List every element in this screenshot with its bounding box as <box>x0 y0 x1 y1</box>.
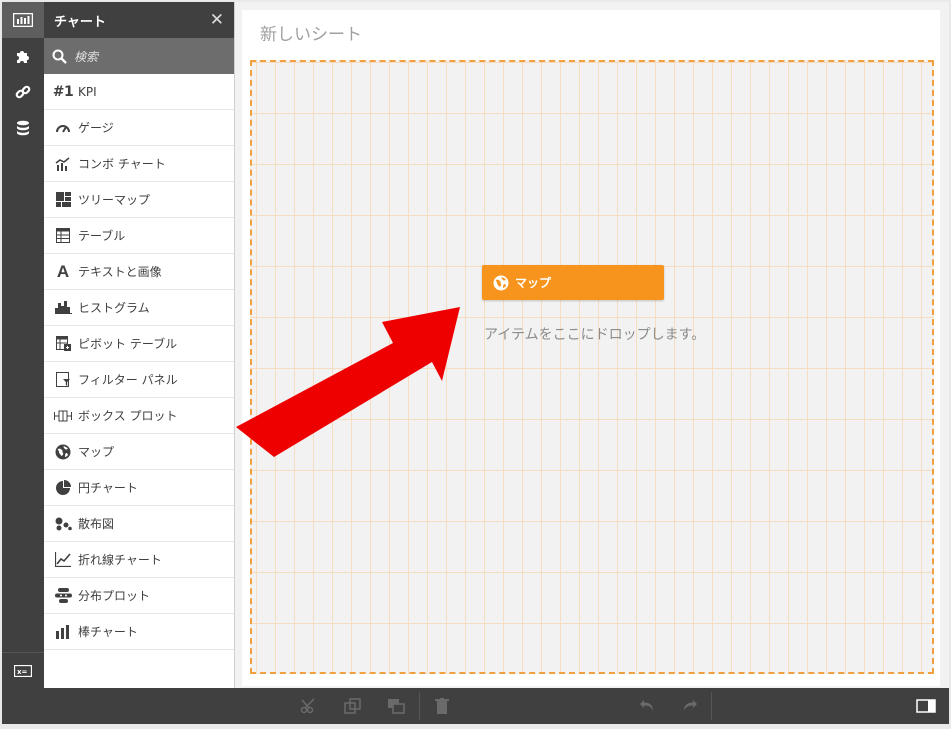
chart-item-treemap[interactable]: ツリーマップ <box>44 182 234 218</box>
app-window: x= チャート ✕ 検索 #1 KPI ゲージ コンボ チャート ツリーマップ … <box>2 2 949 724</box>
cut-button[interactable] <box>289 688 329 724</box>
links-tab[interactable] <box>2 74 44 110</box>
chart-list: #1 KPI ゲージ コンボ チャート ツリーマップ テーブル A テキストと画… <box>44 74 234 650</box>
table-icon <box>56 228 70 243</box>
paste-icon <box>388 699 405 714</box>
distribution-plot-icon <box>54 588 72 603</box>
left-rail: x= <box>2 2 44 688</box>
undo-button[interactable] <box>627 688 667 724</box>
bar-chart-icon <box>55 624 69 639</box>
search-placeholder: 検索 <box>74 49 99 64</box>
chart-item-label: コンボ チャート <box>78 157 166 171</box>
chart-item-map[interactable]: マップ <box>44 434 234 470</box>
extensions-tab[interactable] <box>2 38 44 74</box>
dragged-item-label: マップ <box>515 276 552 290</box>
pivot-table-icon <box>55 336 71 351</box>
redo-button[interactable] <box>670 688 710 724</box>
line-chart-icon <box>55 552 71 567</box>
chart-item-label: 折れ線チャート <box>78 553 162 567</box>
drop-hint: アイテムをここにドロップします。 <box>484 327 706 343</box>
undo-icon <box>640 700 653 711</box>
extensions-icon <box>17 51 29 63</box>
master-items-button[interactable]: x= <box>2 652 44 688</box>
box-plot-icon <box>54 410 72 421</box>
map-icon <box>493 275 509 290</box>
delete-button[interactable] <box>422 688 462 724</box>
annotation-arrow <box>236 307 460 457</box>
close-icon[interactable]: ✕ <box>210 10 224 30</box>
toolbar-divider <box>711 692 712 720</box>
scatter-icon <box>55 517 72 530</box>
chart-item-label: テーブル <box>78 229 126 243</box>
chart-item-label: KPI <box>78 84 97 99</box>
copy-button[interactable] <box>333 688 373 724</box>
chart-item-text-image[interactable]: A テキストと画像 <box>44 254 234 290</box>
combo-chart-icon <box>55 156 70 171</box>
trash-icon <box>435 698 449 714</box>
chart-item-label: テキストと画像 <box>78 265 162 279</box>
chart-item-label: ピボット テーブル <box>78 337 178 351</box>
chart-item-label: ヒストグラム <box>78 301 150 315</box>
toolbar-divider <box>419 692 420 720</box>
toggle-properties-button[interactable] <box>906 688 946 724</box>
copy-icon <box>344 698 361 714</box>
chart-item-distribution[interactable]: 分布プロット <box>44 578 234 614</box>
treemap-icon <box>55 192 71 207</box>
charts-icon <box>13 13 33 27</box>
bottom-toolbar <box>2 688 949 724</box>
panel-toggle-icon <box>916 699 936 713</box>
gauge-icon <box>56 124 70 133</box>
chart-item-filter-pane[interactable]: フィルター パネル <box>44 362 234 398</box>
chart-item-box-plot[interactable]: ボックス プロット <box>44 398 234 434</box>
chart-item-label: ツリーマップ <box>78 193 151 207</box>
search-input[interactable]: 検索 <box>44 38 234 74</box>
panel-header: チャート ✕ <box>44 2 234 38</box>
chart-item-label: 円チャート <box>78 481 138 495</box>
chart-item-label: 棒チャート <box>78 625 138 639</box>
chart-item-table[interactable]: テーブル <box>44 218 234 254</box>
asset-panel: チャート ✕ 検索 #1 KPI ゲージ コンボ チャート ツリーマップ テーブ… <box>44 2 235 688</box>
data-tab[interactable] <box>2 110 44 146</box>
redo-icon <box>684 700 697 711</box>
charts-tab[interactable] <box>2 2 44 38</box>
text-image-icon: A <box>56 261 70 281</box>
chart-item-label: ゲージ <box>78 121 114 135</box>
chart-item-pivot[interactable]: ピボット テーブル <box>44 326 234 362</box>
panel-title: チャート <box>54 14 106 30</box>
chart-item-bar[interactable]: 棒チャート <box>44 614 234 650</box>
dragged-map-item[interactable]: マップ <box>482 265 664 300</box>
chart-item-pie[interactable]: 円チャート <box>44 470 234 506</box>
kpi-icon: #1 <box>52 83 74 100</box>
chart-item-label: フィルター パネル <box>78 373 178 387</box>
filter-pane-icon <box>55 372 70 387</box>
link-icon <box>15 85 31 99</box>
cut-icon <box>300 698 315 714</box>
database-icon <box>17 120 29 136</box>
chart-item-kpi[interactable]: #1 KPI <box>44 74 234 110</box>
chart-item-combo[interactable]: コンボ チャート <box>44 146 234 182</box>
svg-text:x=: x= <box>17 668 28 676</box>
chart-item-histogram[interactable]: ヒストグラム <box>44 290 234 326</box>
sheet-title[interactable]: 新しいシート <box>260 20 362 45</box>
chart-item-line[interactable]: 折れ線チャート <box>44 542 234 578</box>
histogram-icon <box>54 301 72 314</box>
chart-item-label: マップ <box>78 445 115 459</box>
chart-item-scatter[interactable]: 散布図 <box>44 506 234 542</box>
pie-chart-icon <box>56 479 71 495</box>
chart-item-gauge[interactable]: ゲージ <box>44 110 234 146</box>
search-icon <box>52 49 67 64</box>
paste-button[interactable] <box>376 688 416 724</box>
chart-item-label: 散布図 <box>78 517 115 531</box>
chart-item-label: ボックス プロット <box>78 409 178 423</box>
map-icon <box>55 444 71 459</box>
master-items-icon: x= <box>14 664 32 677</box>
chart-item-label: 分布プロット <box>78 589 151 603</box>
